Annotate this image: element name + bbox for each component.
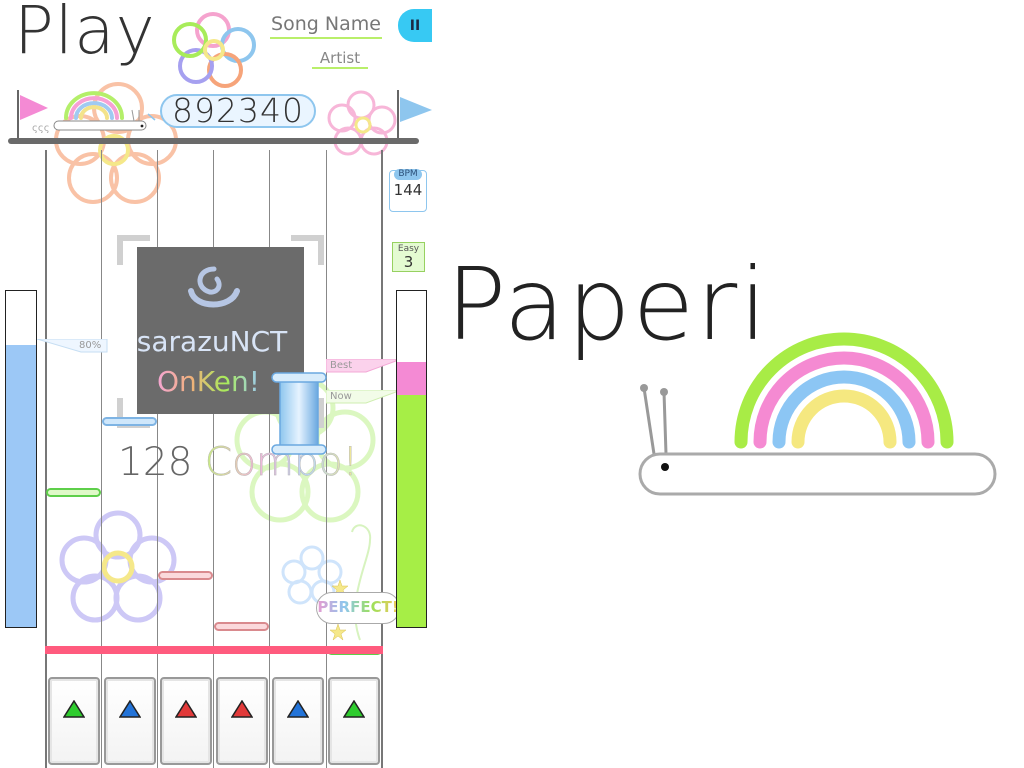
bpm-label: BPM xyxy=(394,169,422,180)
up-arrow-icon xyxy=(63,700,85,718)
pause-icon: II xyxy=(409,17,421,34)
score-display: 892340 xyxy=(160,94,316,128)
up-arrow-icon xyxy=(175,700,197,718)
note-red xyxy=(158,571,213,580)
artist-name: Artist xyxy=(312,49,368,69)
bpm-indicator: BPM 144 xyxy=(389,169,427,212)
up-arrow-icon xyxy=(119,700,141,718)
up-arrow-icon xyxy=(287,700,309,718)
svg-text:ςςς: ςςς xyxy=(32,123,50,134)
best-label: Best xyxy=(330,360,353,371)
life-gauge-fill xyxy=(6,344,36,627)
goal-flag-icon xyxy=(400,97,432,122)
lane-key-1[interactable] xyxy=(48,677,100,765)
life-gauge xyxy=(5,290,37,628)
combo-count: 128 xyxy=(118,440,193,485)
lane-divider xyxy=(45,150,47,768)
lane-key-3[interactable] xyxy=(160,677,212,765)
jacket-logo-icon xyxy=(188,266,240,308)
bpm-value: 144 xyxy=(393,181,423,199)
lane-key-6[interactable] xyxy=(328,677,380,765)
note-green xyxy=(46,488,101,497)
jacket-text-line-2-value: OnKen! xyxy=(157,365,260,398)
best-score-band xyxy=(397,361,426,396)
score-gauge-fill xyxy=(397,395,426,627)
note-red xyxy=(214,622,269,631)
lane-key-5[interactable] xyxy=(272,677,324,765)
header-flower-icon xyxy=(172,12,256,88)
mini-rainbow-icon xyxy=(64,91,124,120)
life-percent-label: 80% xyxy=(79,340,102,351)
difficulty-indicator: Easy 3 xyxy=(392,242,425,272)
snail-rainbow-logo-icon xyxy=(638,332,997,496)
pause-button[interactable]: II xyxy=(398,9,432,42)
mini-snail-icon: ςςς xyxy=(32,109,147,134)
song-name: Song Name xyxy=(270,13,382,39)
up-arrow-icon xyxy=(231,700,253,718)
now-label: Now xyxy=(330,391,352,402)
hold-note xyxy=(271,372,327,455)
judgement-text: PERFECT! xyxy=(317,598,399,616)
lane-divider xyxy=(381,150,383,768)
start-flag-icon xyxy=(20,95,48,120)
progress-bar xyxy=(8,138,419,144)
jacket-text-line-1: isarazuNCT xyxy=(137,325,288,358)
lane-key-2[interactable] xyxy=(104,677,156,765)
page-title: Play xyxy=(14,0,156,69)
up-arrow-icon xyxy=(343,700,365,718)
judgement-popup: PERFECT! xyxy=(316,592,400,624)
lane-divider xyxy=(101,150,102,768)
difficulty-value: 3 xyxy=(403,253,414,271)
score-gauge xyxy=(396,290,427,628)
lane-key-4[interactable] xyxy=(216,677,268,765)
note-blue xyxy=(102,417,157,426)
judgement-line xyxy=(45,646,383,654)
